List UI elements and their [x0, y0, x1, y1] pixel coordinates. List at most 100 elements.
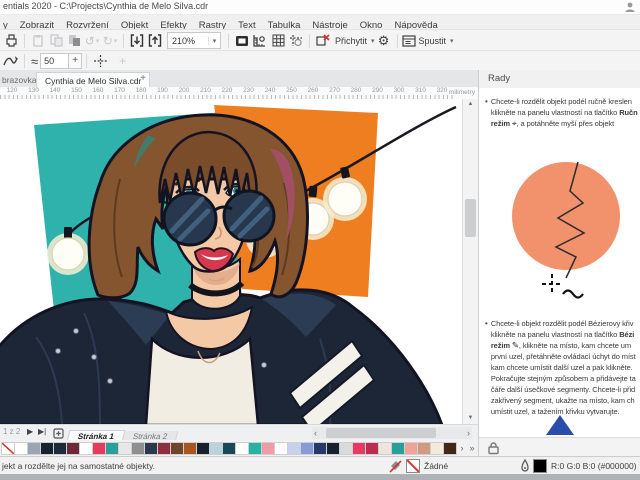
fill-status[interactable]: Žádné [388, 459, 448, 473]
ruler-label: 200 [178, 87, 190, 94]
no-fill-swatch[interactable] [406, 459, 420, 473]
zoom-level-value: 210% [172, 35, 196, 46]
fill-bucket-icon [389, 459, 402, 473]
show-rulers-button[interactable] [251, 32, 269, 50]
lock-icon[interactable] [487, 441, 500, 455]
hints-docker-header[interactable]: Rady [478, 70, 640, 89]
coreldraw-window: entials 2020 - C:\Projects\Cynthia de Me… [0, 0, 640, 480]
ruler-label: 280 [350, 87, 362, 94]
paste-as-button[interactable] [65, 32, 83, 50]
color-swatch[interactable] [405, 441, 418, 455]
color-swatch[interactable] [28, 441, 41, 455]
smoothing-stepper[interactable]: + [69, 53, 83, 69]
fullscreen-preview-button[interactable] [233, 32, 251, 50]
color-swatch[interactable] [210, 441, 223, 455]
color-swatch[interactable] [184, 441, 197, 455]
toolbar-separator [396, 33, 398, 48]
color-swatch[interactable] [353, 441, 366, 455]
last-page-button[interactable]: ▶| [38, 427, 46, 436]
scroll-up-icon[interactable]: ▲ [463, 99, 478, 110]
palette-more-icon[interactable]: » [467, 443, 477, 453]
color-swatch[interactable] [288, 441, 301, 455]
print-button[interactable] [2, 32, 20, 50]
color-swatch[interactable] [366, 441, 379, 455]
scroll-right-icon[interactable]: › [467, 427, 470, 439]
color-swatch[interactable] [340, 441, 353, 455]
vertical-scrollbar[interactable]: ▲ ▼ [462, 99, 479, 424]
tab-label: brazovka [2, 74, 37, 85]
palette-scroll-icon[interactable]: › [457, 443, 467, 453]
color-swatch[interactable] [418, 441, 431, 455]
color-swatch[interactable] [158, 441, 171, 455]
color-swatch[interactable] [327, 441, 340, 455]
next-page-button[interactable]: ▶ [27, 427, 33, 436]
color-swatch[interactable] [106, 441, 119, 455]
vertical-scroll-thumb[interactable] [465, 199, 476, 237]
scroll-left-icon[interactable]: ‹ [314, 427, 317, 439]
chevron-down-icon[interactable]: ▾ [208, 36, 220, 45]
ruler-label: 220 [221, 87, 233, 94]
color-swatch[interactable] [444, 441, 457, 455]
color-swatch[interactable] [275, 441, 288, 455]
zoom-level-combobox[interactable]: 210% ▾ [167, 32, 221, 49]
show-guidelines-button[interactable] [287, 32, 305, 50]
horizontal-scroll-thumb[interactable] [326, 428, 436, 438]
color-swatch[interactable] [301, 441, 314, 455]
export-button[interactable] [146, 32, 164, 50]
launcher-button[interactable]: Spustit ▾ [401, 32, 454, 50]
color-swatch[interactable] [236, 441, 249, 455]
new-tab-button[interactable]: + [136, 73, 150, 85]
outline-color-swatch[interactable] [533, 459, 547, 473]
horizontal-scrollbar[interactable]: ‹ › [312, 427, 472, 439]
hints-docker-footer [478, 437, 640, 457]
color-swatch[interactable] [262, 441, 275, 455]
smoothing-value-input[interactable]: 50 [40, 53, 70, 69]
options-gear-button[interactable]: ⚙ [375, 32, 393, 50]
color-swatch[interactable] [392, 441, 405, 455]
no-color-swatch[interactable] [1, 441, 15, 455]
snap-off-button[interactable] [314, 32, 332, 50]
artwork-portrait[interactable] [0, 99, 462, 424]
tool-mode-icon: ✎ [511, 340, 519, 350]
color-swatch[interactable] [80, 441, 93, 455]
add-page-icon[interactable] [53, 428, 64, 439]
ruler-label: 300 [393, 87, 405, 94]
freehand-smoothing-icon[interactable] [2, 52, 20, 70]
color-swatch[interactable] [54, 441, 67, 455]
paste-special-button[interactable] [47, 32, 65, 50]
color-swatch[interactable] [67, 441, 80, 455]
color-swatch[interactable] [379, 441, 392, 455]
color-swatch[interactable] [314, 441, 327, 455]
color-swatch[interactable] [93, 441, 106, 455]
color-swatch[interactable] [223, 441, 236, 455]
user-account-icon[interactable] [624, 1, 636, 13]
snap-to-dropdown[interactable]: Přichytit ▾ [332, 32, 375, 50]
color-swatch[interactable] [249, 441, 262, 455]
toolbar-separator [86, 54, 88, 68]
scroll-down-icon[interactable]: ▼ [463, 413, 478, 424]
status-message: jekt a rozdělte jej na samostatné objekt… [2, 461, 155, 471]
document-tab-active[interactable]: Cynthia de Melo Silva.cdr [36, 72, 151, 88]
ruler-label: 310 [415, 87, 426, 94]
color-swatch[interactable] [197, 441, 210, 455]
redo-button[interactable]: ↻ ▾ [101, 32, 119, 50]
color-swatch[interactable] [132, 441, 145, 455]
undo-button[interactable]: ↺ ▾ [83, 32, 101, 50]
color-swatch[interactable] [15, 441, 28, 455]
color-swatch[interactable] [145, 441, 158, 455]
tab-label: Cynthia de Melo Silva.cdr [45, 75, 142, 86]
import-button[interactable] [128, 32, 146, 50]
color-swatch[interactable] [431, 441, 444, 455]
color-swatch[interactable] [41, 441, 54, 455]
crosshair-cursor-button[interactable] [91, 52, 109, 70]
color-swatch[interactable] [119, 441, 132, 455]
drawing-canvas[interactable] [0, 99, 462, 424]
document-color-palette: › » [0, 440, 478, 456]
ruler-label: 140 [49, 87, 61, 94]
color-swatch[interactable] [171, 441, 184, 455]
outline-status[interactable]: R:0 G:0 B:0 (#000000) [520, 459, 637, 473]
ruler-label: 290 [372, 87, 383, 94]
show-grid-button[interactable] [269, 32, 287, 50]
paste-button[interactable] [29, 32, 47, 50]
smoothing-value: 50 [44, 56, 55, 66]
